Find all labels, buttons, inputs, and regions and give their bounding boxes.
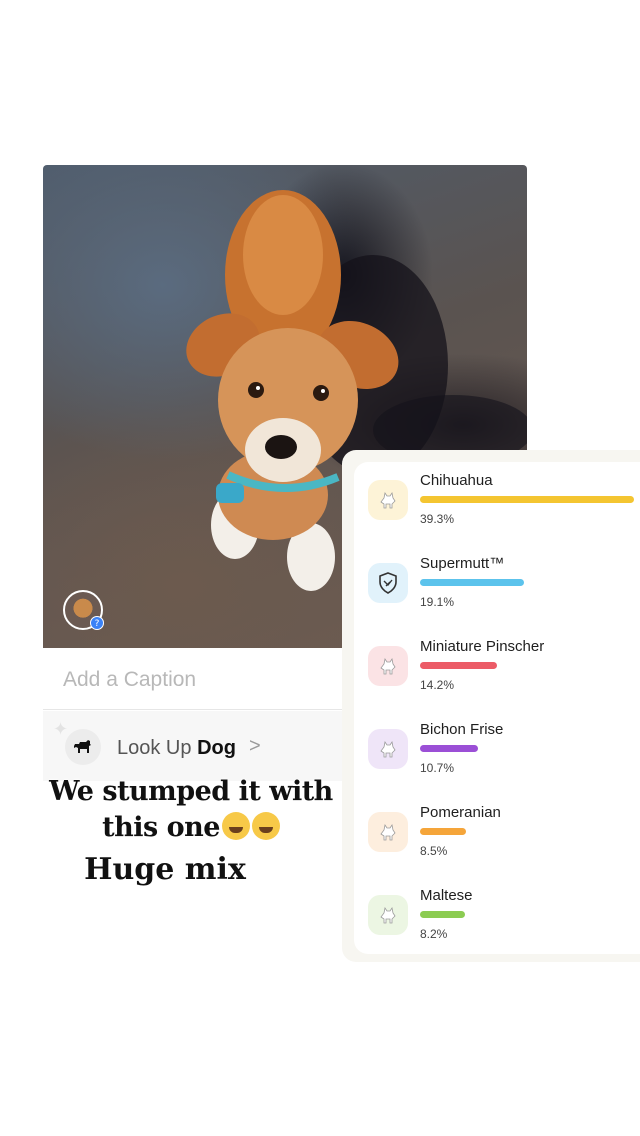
breed-name: Pomeranian [420,804,501,821]
maltese-icon [368,895,408,935]
breed-percent: 10.7% [420,761,455,775]
breed-results-card: Chihuahua 39.3% Supermutt™ 19.1% Miniature P… [342,450,640,962]
breed-percent: 8.5% [420,844,448,858]
supermutt-shield-icon [368,563,408,603]
lookup-subject: Dog [197,737,236,759]
breed-percent: 19.1% [420,595,455,609]
look-up-dog-button[interactable]: ✦ Look Up Dog > [43,711,343,781]
breed-bar-track [420,745,634,752]
breed-list: Chihuahua 39.3% Supermutt™ 19.1% Miniature P… [354,462,640,954]
breed-row[interactable]: Bichon Frise 10.7% [354,711,640,791]
breed-name: Miniature Pinscher [420,638,545,655]
breed-bar-track [420,496,634,503]
hand-over-mouth-emoji-icon [251,812,280,840]
pomeranian-icon [368,812,408,852]
breed-name: Bichon Frise [420,721,504,738]
breed-bar-track [420,828,634,835]
breed-row[interactable]: Chihuahua 39.3% [354,462,640,542]
breed-percent-bar [420,911,465,918]
breed-row[interactable]: Maltese 8.2% [354,877,640,957]
miniature-pinscher-icon [368,646,408,686]
breed-percent-bar [420,745,478,752]
breed-row[interactable]: Pomeranian 8.5% [354,794,640,874]
breed-name: Chihuahua [420,472,493,489]
breed-percent-bar [420,828,466,835]
breed-row[interactable]: Supermutt™ 19.1% [354,545,640,625]
overlay-line-2-text: this one [102,812,220,843]
breed-percent: 39.3% [420,512,455,526]
overlay-line-3: Huge mix [84,852,246,887]
chevron-right-icon: > [249,735,261,757]
avatar-question-badge: ? [90,616,104,630]
breed-name: Supermutt™ [420,555,505,572]
chihuahua-icon [368,480,408,520]
rofl-emoji-icon [221,812,250,840]
user-avatar[interactable]: ? [63,590,104,630]
breed-name: Maltese [420,887,473,904]
breed-percent: 14.2% [420,678,455,692]
breed-bar-track [420,911,634,918]
breed-row[interactable]: Miniature Pinscher 14.2% [354,628,640,708]
breed-bar-track [420,662,634,669]
caption-field[interactable]: Add a Caption [43,648,343,710]
overlay-line-1: We stumped it with [49,776,333,807]
bichon-frise-icon [368,729,408,769]
breed-percent-bar [420,496,634,503]
overlay-line-2: this one [36,812,346,843]
breed-percent-bar [420,662,497,669]
dog-silhouette-icon [65,729,101,765]
lookup-label: Look Up Dog [117,737,236,760]
breed-bar-track [420,579,634,586]
caption-placeholder: Add a Caption [63,668,197,691]
sparkle-icon: ✦ [53,719,69,739]
breed-percent-bar [420,579,524,586]
breed-percent: 8.2% [420,927,448,941]
lookup-prefix: Look Up [117,737,192,759]
